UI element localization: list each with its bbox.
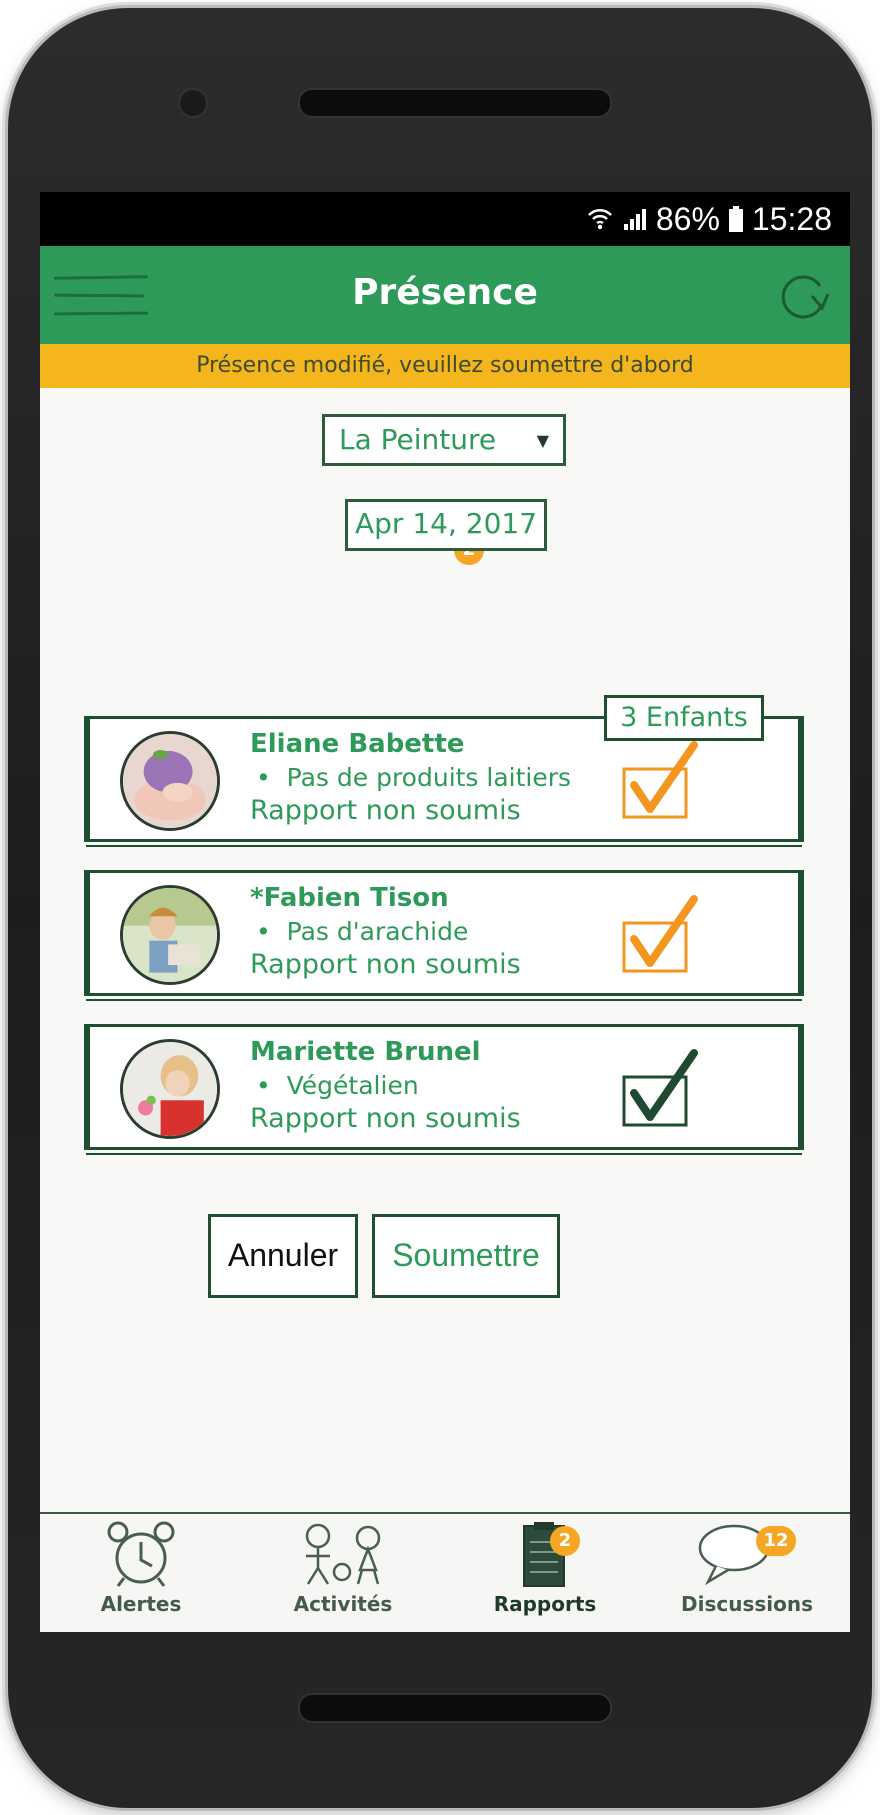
bottom-navigation: Alertes Activités 2 Rapports 12 Discussi… (40, 1512, 850, 1632)
tab-discussions[interactable]: 12 Discussions (646, 1514, 848, 1632)
rapports-badge: 2 (550, 1526, 580, 1556)
child-name: Eliane Babette (250, 729, 465, 759)
tab-label: Activités (293, 1592, 393, 1616)
front-camera (178, 88, 208, 118)
children-count-tag: 3 Enfants (604, 695, 764, 741)
child-allergy-note: • Pas de produits laitiers (256, 763, 572, 792)
child-allergy-note: • Végétalien (256, 1071, 419, 1100)
alarm-clock-icon (107, 1521, 175, 1587)
tab-label: Discussions (680, 1592, 813, 1616)
date-picker[interactable]: Apr 14, 2017 (345, 499, 547, 551)
app-screen: 86% 15:28 Présence Présence modifié, veu… (40, 192, 850, 1632)
app-header: Présence (40, 246, 850, 344)
group-select-value: La Peinture (339, 423, 497, 456)
cancel-button[interactable]: Annuler (208, 1214, 358, 1298)
tab-label: Rapports (493, 1592, 597, 1616)
group-select[interactable]: La Peinture ▼ (322, 414, 566, 466)
tab-alertes[interactable]: Alertes (40, 1514, 242, 1632)
tab-rapports[interactable]: 2 Rapports (444, 1514, 646, 1632)
note-text: Végétalien (286, 1071, 419, 1100)
discussions-badge: 12 (756, 1526, 796, 1556)
page-title: Présence (352, 272, 538, 313)
status-icons: 86% 15:28 (586, 198, 832, 240)
report-status: Rapport non soumis (250, 1103, 521, 1134)
wifi-icon (587, 208, 612, 230)
tab-label: Alertes (100, 1592, 182, 1616)
report-status: Rapport non soumis (250, 795, 521, 826)
report-status: Rapport non soumis (250, 949, 521, 980)
submit-button[interactable]: Soumettre (372, 1214, 560, 1298)
refresh-icon[interactable] (776, 272, 830, 322)
avatar (120, 731, 220, 831)
status-bar: 86% 15:28 (40, 192, 850, 246)
earpiece-speaker (298, 88, 612, 118)
battery-icon (728, 206, 743, 232)
tab-activites[interactable]: Activités (242, 1514, 444, 1632)
avatar (120, 1039, 220, 1139)
note-text: Pas de produits laitiers (286, 763, 572, 792)
child-name: *Fabien Tison (250, 883, 449, 913)
checkbox-checked-icon[interactable] (620, 1047, 700, 1131)
avatar (120, 885, 220, 985)
child-card[interactable]: Mariette Brunel • Végétalien Rapport non… (84, 1024, 804, 1155)
signal-icon (623, 209, 646, 230)
child-allergy-note: • Pas d'arachide (256, 917, 469, 946)
clock-time: 15:28 (751, 200, 832, 237)
note-text: Pas d'arachide (286, 917, 469, 946)
child-name: Mariette Brunel (250, 1037, 481, 1067)
warning-banner: Présence modifié, veuillez soumettre d'a… (40, 344, 850, 388)
chevron-down-icon: ▼ (536, 431, 549, 450)
checkbox-checked-icon[interactable] (620, 739, 700, 823)
checkbox-checked-icon[interactable] (620, 893, 700, 977)
bottom-speaker (298, 1693, 612, 1723)
battery-percentage: 86% (655, 200, 720, 237)
child-card[interactable]: *Fabien Tison • Pas d'arachide Rapport n… (84, 870, 804, 1001)
kids-playing-icon (305, 1523, 381, 1585)
